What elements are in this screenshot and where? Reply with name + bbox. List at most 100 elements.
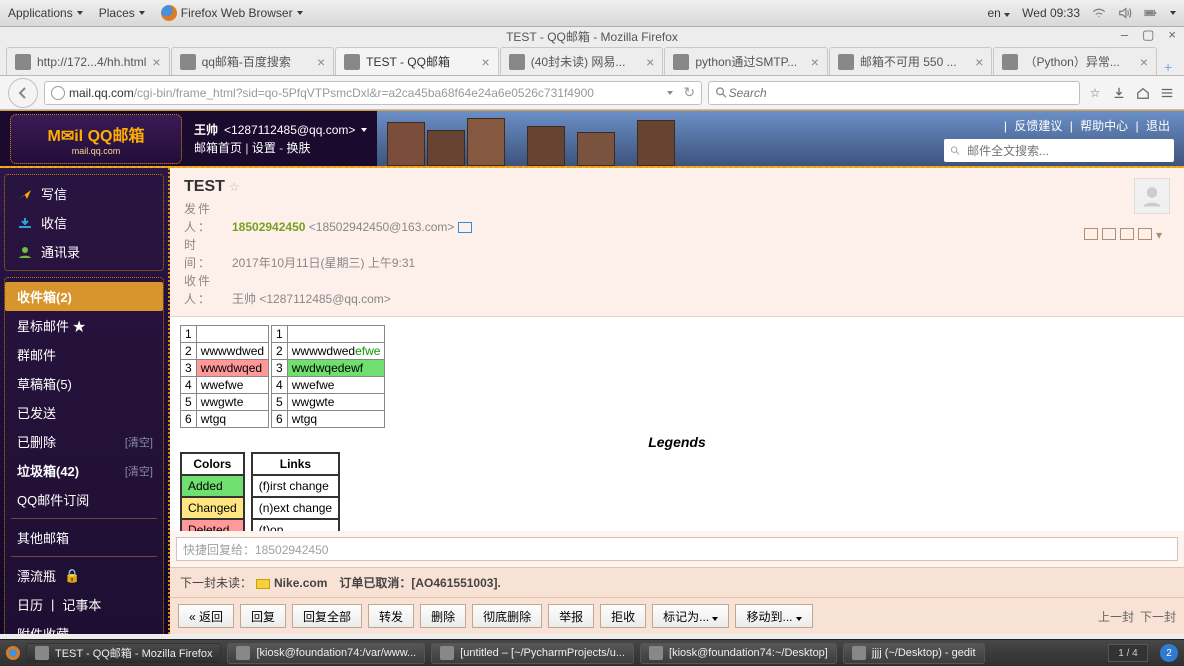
taskbar-item[interactable]: jjjj (~/Desktop) - gedit xyxy=(843,643,985,664)
url-bar[interactable]: mail.qq.com/cgi-bin/frame_html?sid=qo-5P… xyxy=(44,81,702,105)
exit-link[interactable]: 退出 xyxy=(1146,119,1170,133)
maximize-button[interactable]: ▢ xyxy=(1142,27,1154,43)
reload-icon[interactable]: ↻ xyxy=(683,84,695,101)
legend-links-table: Links(f)irst change(n)ext change(t)op xyxy=(251,452,340,531)
downloads-icon[interactable] xyxy=(1110,84,1128,102)
sidebar-groupmail[interactable]: 群邮件 xyxy=(5,340,163,369)
workspace-indicator[interactable]: 1 / 4 xyxy=(1108,644,1148,662)
sidebar-drift-bottle[interactable]: 漂流瓶 🔒 xyxy=(5,561,163,590)
report-button[interactable]: 举报 xyxy=(548,604,594,628)
mark-as-button[interactable]: 标记为... xyxy=(652,604,729,628)
browser-tab[interactable]: qq邮箱-百度搜索× xyxy=(171,47,335,75)
settings-link[interactable]: 设置 xyxy=(252,141,276,155)
close-tab-icon[interactable]: × xyxy=(646,54,654,70)
help-link[interactable]: 帮助中心 xyxy=(1080,119,1128,133)
home-icon[interactable] xyxy=(1134,84,1152,102)
mail-search[interactable] xyxy=(944,139,1174,162)
reply-button[interactable]: 回复 xyxy=(240,604,286,628)
contacts-button[interactable]: 通讯录 xyxy=(5,237,163,266)
mail-search-input[interactable] xyxy=(967,144,1168,158)
sidebar-starred[interactable]: 星标邮件 ★ xyxy=(5,311,163,340)
sidebar-deleted[interactable]: 已删除[清空] xyxy=(5,427,163,456)
sidebar-attachments[interactable]: 附件收藏 xyxy=(5,619,163,634)
back-button[interactable]: « 返回 xyxy=(178,604,234,628)
vcard-icon[interactable] xyxy=(458,222,472,233)
url-dropdown-icon[interactable] xyxy=(667,91,673,95)
legends-title: Legends xyxy=(180,434,1174,450)
sidebar-subscribe[interactable]: QQ邮件订阅 xyxy=(5,485,163,514)
applications-menu[interactable]: Applications xyxy=(8,6,83,20)
receive-button[interactable]: 收信 xyxy=(5,208,163,237)
browser-tab[interactable]: 邮箱不可用 550 ...× xyxy=(829,47,993,75)
bookmark-star-icon[interactable]: ☆ xyxy=(1086,84,1104,102)
system-menu-caret[interactable] xyxy=(1170,11,1176,15)
minimize-button[interactable]: – xyxy=(1121,27,1128,43)
menu-icon[interactable] xyxy=(1158,84,1176,102)
next-unread-bar[interactable]: 下一封未读：Nike.com 订单已取消：[AO461551003]. xyxy=(170,567,1184,598)
close-tab-icon[interactable]: × xyxy=(152,54,160,70)
close-tab-icon[interactable]: × xyxy=(975,54,983,70)
notification-badge[interactable]: 2 xyxy=(1160,644,1178,662)
browser-tab[interactable]: python通过SMTP...× xyxy=(664,47,828,75)
forward-button[interactable]: 转发 xyxy=(368,604,414,628)
browser-tab[interactable]: http://172...4/hh.html× xyxy=(6,47,170,75)
tool-icon-1[interactable] xyxy=(1084,228,1098,240)
move-to-button[interactable]: 移动到... xyxy=(735,604,812,628)
close-tab-icon[interactable]: × xyxy=(811,54,819,70)
wifi-icon[interactable] xyxy=(1092,6,1106,20)
sidebar-calendar-notes[interactable]: 日历 | 记事本 xyxy=(5,590,163,619)
new-tab-button[interactable]: + xyxy=(1158,59,1178,75)
empty-deleted-link[interactable]: [清空] xyxy=(125,434,153,450)
qqmail-logo[interactable]: M✉il QQ邮箱 mail.qq.com xyxy=(10,114,182,164)
search-bar[interactable] xyxy=(708,81,1080,105)
clock[interactable]: Wed 09:33 xyxy=(1022,6,1080,20)
close-tab-icon[interactable]: × xyxy=(1140,54,1148,70)
browser-tab[interactable]: (40封未读) 网易...× xyxy=(500,47,664,75)
tool-dropdown[interactable]: ▾ xyxy=(1156,228,1170,240)
sidebar-other-mailbox[interactable]: 其他邮箱 xyxy=(5,523,163,552)
mail-home-link[interactable]: 邮箱首页 xyxy=(194,141,242,155)
star-toggle[interactable]: ☆ xyxy=(229,180,240,194)
sidebar-sent[interactable]: 已发送 xyxy=(5,398,163,427)
skin-link[interactable]: 换肤 xyxy=(287,141,311,155)
feedback-link[interactable]: 反馈建议 xyxy=(1014,119,1062,133)
places-menu[interactable]: Places xyxy=(99,6,145,20)
taskbar-item[interactable]: [untitled – [~/PycharmProjects/u... xyxy=(431,643,634,664)
quick-reply[interactable]: 快捷回复给：18502942450 xyxy=(176,537,1178,561)
back-button[interactable] xyxy=(8,78,38,108)
sidebar-trash[interactable]: 垃圾箱(42)[清空] xyxy=(5,456,163,485)
compose-button[interactable]: 写信 xyxy=(5,179,163,208)
battery-icon[interactable] xyxy=(1144,6,1158,20)
browser-tab[interactable]: TEST - QQ邮箱× xyxy=(335,47,499,75)
delete-forever-button[interactable]: 彻底删除 xyxy=(472,604,542,628)
taskbar-item[interactable]: [kiosk@foundation74:/var/www... xyxy=(227,643,425,664)
search-icon xyxy=(715,86,728,100)
sidebar-drafts[interactable]: 草稿箱(5) xyxy=(5,369,163,398)
sidebar-inbox[interactable]: 收件箱(2) xyxy=(5,282,163,311)
mail-header: TEST☆ 发件人：18502942450 <18502942450@163.c… xyxy=(170,168,1184,317)
tool-icon-2[interactable] xyxy=(1102,228,1116,240)
taskbar-firefox-icon[interactable] xyxy=(6,646,20,660)
tool-icon-4[interactable] xyxy=(1138,228,1152,240)
tool-icon-3[interactable] xyxy=(1120,228,1134,240)
prev-mail-link[interactable]: 上一封 xyxy=(1098,608,1134,625)
sender-name[interactable]: 18502942450 xyxy=(232,220,305,234)
empty-trash-link[interactable]: [清空] xyxy=(125,463,153,479)
taskbar-item[interactable]: [kiosk@foundation74:~/Desktop] xyxy=(640,643,837,664)
delete-button[interactable]: 删除 xyxy=(420,604,466,628)
active-app-indicator[interactable]: Firefox Web Browser xyxy=(161,5,303,21)
browser-tab[interactable]: （Python）异常... × xyxy=(993,47,1157,75)
next-mail-link[interactable]: 下一封 xyxy=(1140,608,1176,625)
reply-all-button[interactable]: 回复全部 xyxy=(292,604,362,628)
close-button[interactable]: × xyxy=(1168,27,1176,43)
search-input[interactable] xyxy=(729,86,1073,100)
browser-toolbar: mail.qq.com/cgi-bin/frame_html?sid=qo-5P… xyxy=(0,76,1184,110)
tab-label: （Python）异常... xyxy=(1024,53,1133,70)
reject-button[interactable]: 拒收 xyxy=(600,604,646,628)
keyboard-lang[interactable]: en xyxy=(987,6,1010,20)
taskbar-item[interactable]: TEST - QQ邮箱 - Mozilla Firefox xyxy=(26,643,221,664)
close-tab-icon[interactable]: × xyxy=(482,54,490,70)
volume-icon[interactable] xyxy=(1118,6,1132,20)
sender-avatar[interactable] xyxy=(1134,178,1170,214)
close-tab-icon[interactable]: × xyxy=(317,54,325,70)
